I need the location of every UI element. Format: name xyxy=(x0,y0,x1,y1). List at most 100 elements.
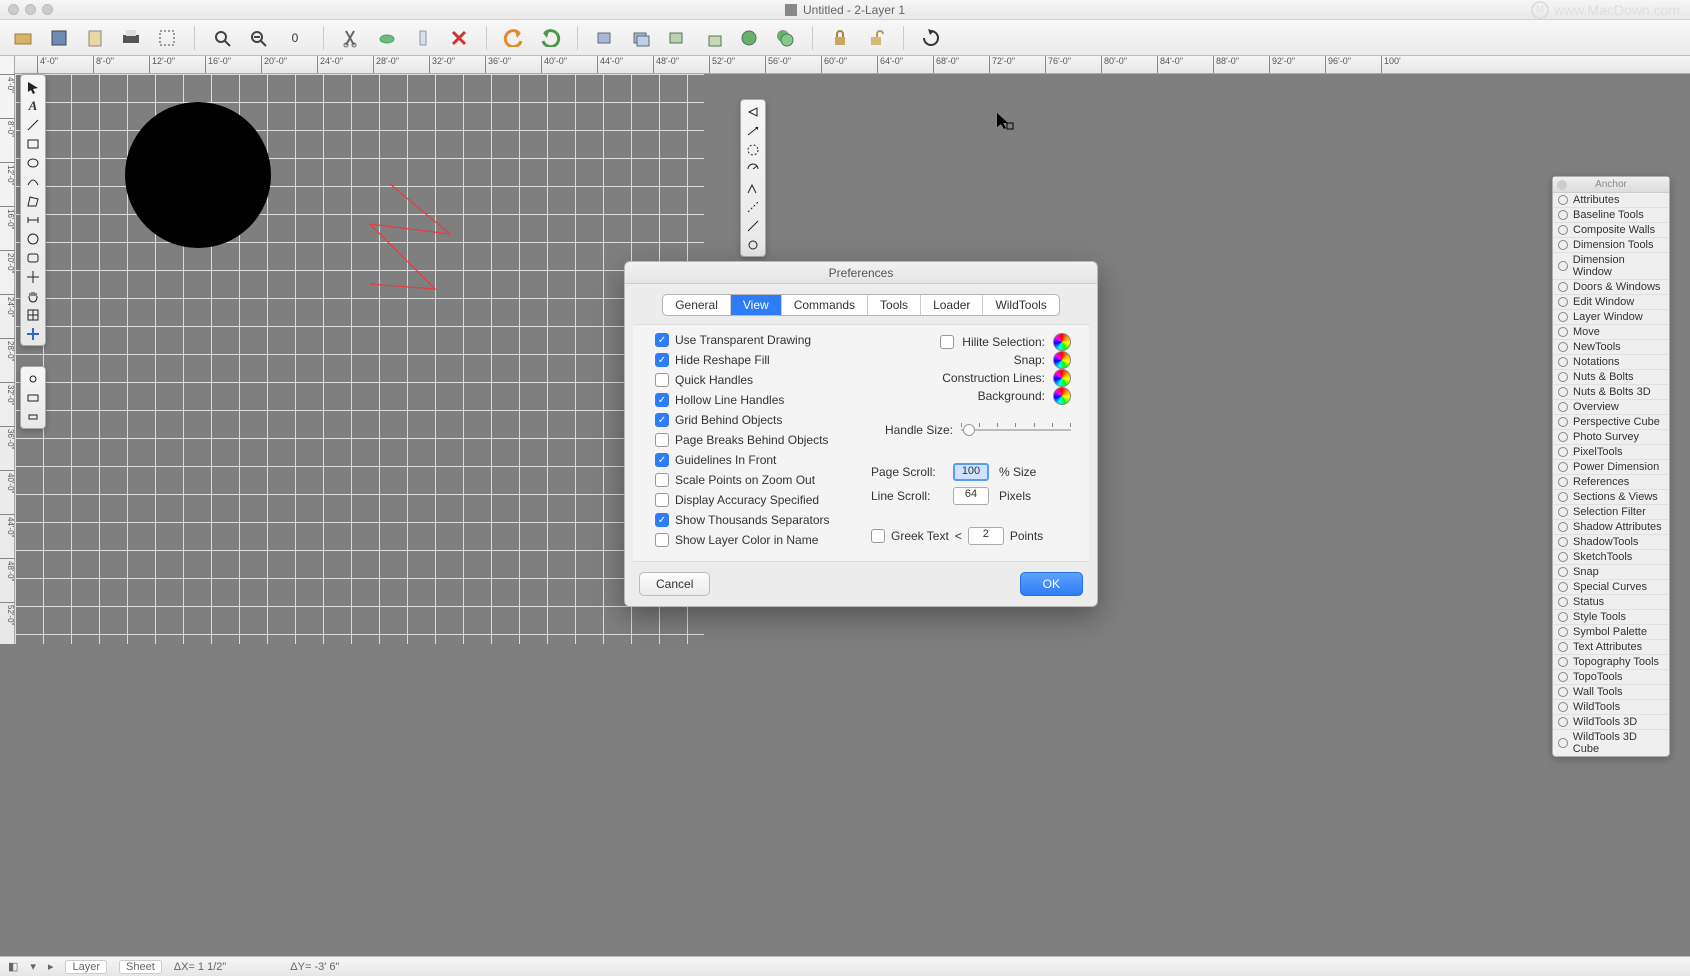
radio-icon[interactable] xyxy=(1558,327,1568,337)
anchor-item[interactable]: Style Tools xyxy=(1553,610,1669,625)
layer-button[interactable]: Layer xyxy=(65,960,107,974)
close-icon[interactable] xyxy=(8,4,19,15)
radio-icon[interactable] xyxy=(1558,387,1568,397)
layer-icon-1[interactable] xyxy=(592,25,618,51)
canvas[interactable] xyxy=(15,74,704,644)
anchor-item[interactable]: Dimension Window xyxy=(1553,253,1669,280)
radio-icon[interactable] xyxy=(1558,567,1568,577)
anchor-item[interactable]: TopoTools xyxy=(1553,670,1669,685)
anchor-item[interactable]: Special Curves xyxy=(1553,580,1669,595)
ok-button[interactable]: OK xyxy=(1020,572,1083,596)
crosshair-tool-icon[interactable] xyxy=(23,268,43,285)
checkbox[interactable]: ✓ xyxy=(655,453,669,467)
zoom-icon[interactable] xyxy=(42,4,53,15)
radio-icon[interactable] xyxy=(1558,282,1568,292)
line-scroll-input[interactable]: 64 xyxy=(953,487,989,505)
panel-close-icon[interactable] xyxy=(1557,180,1567,190)
circle-tool-icon[interactable] xyxy=(23,230,43,247)
polygon-tool-icon[interactable] xyxy=(23,192,43,209)
radio-icon[interactable] xyxy=(1558,402,1568,412)
refresh-icon[interactable] xyxy=(918,25,944,51)
globe-stack-icon[interactable] xyxy=(772,25,798,51)
radio-icon[interactable] xyxy=(1558,738,1568,748)
anchor-item[interactable]: PixelTools xyxy=(1553,445,1669,460)
tab-loader[interactable]: Loader xyxy=(921,295,983,315)
float-tool-6-icon[interactable] xyxy=(743,198,763,215)
radio-icon[interactable] xyxy=(1558,357,1568,367)
layer-icon-2[interactable] xyxy=(628,25,654,51)
radio-icon[interactable] xyxy=(1558,687,1568,697)
radio-icon[interactable] xyxy=(1558,225,1568,235)
pref-check-row[interactable]: Display Accuracy Specified xyxy=(655,493,851,507)
anchor-item[interactable]: ShadowTools xyxy=(1553,535,1669,550)
text-tool-icon[interactable]: A xyxy=(23,97,43,114)
ellipse-tool-icon[interactable] xyxy=(23,154,43,171)
radio-icon[interactable] xyxy=(1558,210,1568,220)
radio-icon[interactable] xyxy=(1558,507,1568,517)
minimize-icon[interactable] xyxy=(25,4,36,15)
layer-icon-4[interactable] xyxy=(700,25,726,51)
anchor-item[interactable]: Composite Walls xyxy=(1553,223,1669,238)
radio-icon[interactable] xyxy=(1558,297,1568,307)
hand-tool-icon[interactable] xyxy=(23,287,43,304)
anchor-item[interactable]: Wall Tools xyxy=(1553,685,1669,700)
eraser-icon[interactable] xyxy=(374,25,400,51)
checkbox[interactable]: ✓ xyxy=(655,333,669,347)
radio-icon[interactable] xyxy=(1558,672,1568,682)
anchor-item[interactable]: Power Dimension xyxy=(1553,460,1669,475)
radio-icon[interactable] xyxy=(1558,537,1568,547)
radio-icon[interactable] xyxy=(1558,447,1568,457)
anchor-item[interactable]: References xyxy=(1553,475,1669,490)
anchor-item[interactable]: Attributes xyxy=(1553,193,1669,208)
radio-icon[interactable] xyxy=(1558,462,1568,472)
redo-icon[interactable] xyxy=(537,25,563,51)
checkbox[interactable] xyxy=(655,473,669,487)
radio-icon[interactable] xyxy=(1558,240,1568,250)
anchor-item[interactable]: Nuts & Bolts 3D xyxy=(1553,385,1669,400)
anchor-item[interactable]: Status xyxy=(1553,595,1669,610)
float-tool-8-icon[interactable] xyxy=(743,236,763,253)
anchor-item[interactable]: Topography Tools xyxy=(1553,655,1669,670)
checkbox[interactable] xyxy=(655,373,669,387)
radio-icon[interactable] xyxy=(1558,492,1568,502)
radio-icon[interactable] xyxy=(1558,312,1568,322)
checkbox[interactable] xyxy=(655,493,669,507)
zoom-tool-icon[interactable] xyxy=(209,25,235,51)
anchor-item[interactable]: Move xyxy=(1553,325,1669,340)
zoom-out-icon[interactable] xyxy=(245,25,271,51)
radio-icon[interactable] xyxy=(1558,627,1568,637)
tab-commands[interactable]: Commands xyxy=(782,295,868,315)
tab-wildtools[interactable]: WildTools xyxy=(983,295,1058,315)
floating-tool-palette[interactable] xyxy=(740,99,766,257)
horizontal-ruler[interactable]: 4'-0"8'-0"12'-0"16'-0"20'-0"24'-0"28'-0"… xyxy=(15,56,1690,74)
anchor-item[interactable]: WildTools 3D Cube xyxy=(1553,730,1669,756)
open-icon[interactable] xyxy=(10,25,36,51)
anchor-item[interactable]: SketchTools xyxy=(1553,550,1669,565)
color-picker-icon[interactable] xyxy=(1053,387,1071,405)
anchor-item[interactable]: WildTools xyxy=(1553,700,1669,715)
greek-text-input[interactable]: 2 xyxy=(968,527,1004,545)
radio-icon[interactable] xyxy=(1558,432,1568,442)
align-tool-icon[interactable] xyxy=(23,389,43,406)
anchor-item[interactable]: Snap xyxy=(1553,565,1669,580)
status-icon-1[interactable]: ◧ xyxy=(8,960,18,973)
anchor-item[interactable]: NewTools xyxy=(1553,340,1669,355)
rect-tool-icon[interactable] xyxy=(23,135,43,152)
anchor-item[interactable]: Selection Filter xyxy=(1553,505,1669,520)
measure-tool-icon[interactable] xyxy=(23,408,43,425)
page-scroll-input[interactable]: 100 xyxy=(953,463,989,481)
grid-tool-icon[interactable] xyxy=(23,306,43,323)
checkbox[interactable]: ✓ xyxy=(655,353,669,367)
greek-text-checkbox[interactable] xyxy=(871,529,885,543)
snap-tool-icon[interactable] xyxy=(23,370,43,387)
delete-icon[interactable] xyxy=(446,25,472,51)
anchor-item[interactable]: Sections & Views xyxy=(1553,490,1669,505)
lock-icon[interactable] xyxy=(827,25,853,51)
pref-check-row[interactable]: ✓Show Thousands Separators xyxy=(655,513,851,527)
rounded-rect-tool-icon[interactable] xyxy=(23,249,43,266)
radio-icon[interactable] xyxy=(1558,582,1568,592)
line-tool-icon[interactable] xyxy=(23,116,43,133)
clipboard-icon[interactable] xyxy=(82,25,108,51)
unlock-icon[interactable] xyxy=(863,25,889,51)
radio-icon[interactable] xyxy=(1558,597,1568,607)
